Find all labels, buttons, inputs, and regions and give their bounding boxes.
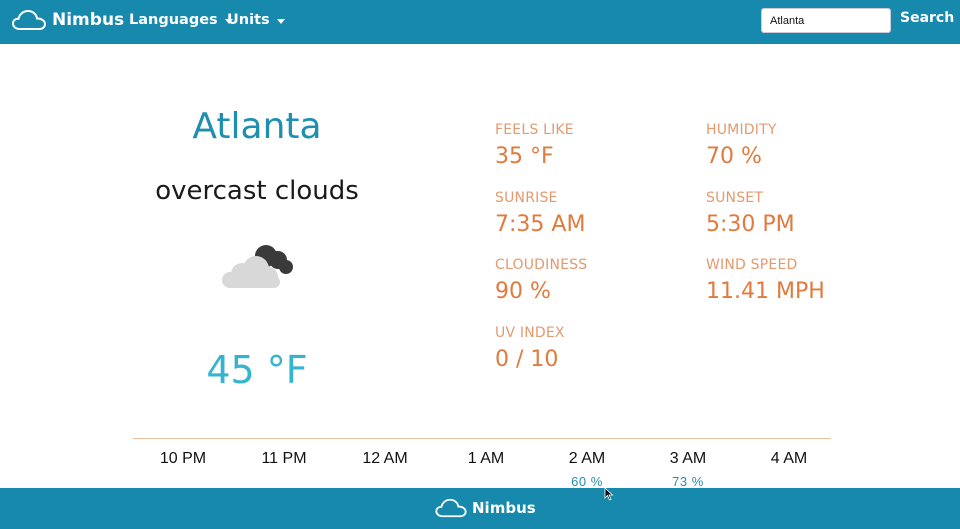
- units-label: Units: [227, 12, 270, 28]
- hourly-precipitation: 73 %: [672, 474, 704, 489]
- footer: Nimbus: [0, 488, 960, 529]
- hourly-time: 10 PM: [159, 450, 207, 467]
- hourly-time: 1 AM: [467, 450, 505, 467]
- detail-sunrise: SUNRISE 7:35 AM: [495, 190, 585, 237]
- units-dropdown[interactable]: Units: [227, 12, 285, 28]
- detail-wind-speed: WIND SPEED 11.41 MPH: [706, 257, 825, 304]
- languages-dropdown[interactable]: Languages: [129, 12, 233, 28]
- weather-description: overcast clouds: [155, 176, 359, 206]
- detail-value: 35 °F: [495, 144, 554, 169]
- hourly-time: 4 AM: [770, 450, 808, 467]
- current-temperature: 45 °F: [206, 348, 308, 392]
- cloud-logo-icon: [435, 498, 467, 518]
- overcast-clouds-icon: [218, 238, 298, 298]
- search-input[interactable]: [761, 8, 891, 33]
- footer-brand-label: Nimbus: [472, 499, 536, 517]
- brand-label: Nimbus: [52, 10, 125, 30]
- languages-label: Languages: [129, 12, 218, 28]
- city-name: Atlanta: [192, 106, 322, 147]
- hourly-precipitation: 60 %: [571, 474, 603, 489]
- chevron-down-icon: [276, 18, 285, 24]
- footer-brand: Nimbus: [435, 497, 536, 519]
- detail-label: HUMIDITY: [706, 122, 777, 138]
- detail-label: FEELS LIKE: [495, 122, 574, 138]
- detail-value: 5:30 PM: [706, 212, 795, 237]
- navbar: Nimbus Languages Units Search: [0, 0, 960, 44]
- detail-humidity: HUMIDITY 70 %: [706, 122, 777, 169]
- detail-value: 0 / 10: [495, 347, 559, 372]
- detail-cloudiness: CLOUDINESS 90 %: [495, 257, 587, 304]
- cloud-logo-icon: [12, 9, 46, 30]
- detail-value: 70 %: [706, 144, 762, 169]
- detail-uv-index: UV INDEX 0 / 10: [495, 325, 565, 372]
- hourly-time: 12 AM: [362, 450, 408, 467]
- hourly-time: 11 PM: [261, 450, 307, 467]
- detail-value: 90 %: [495, 279, 551, 304]
- detail-label: SUNRISE: [495, 190, 558, 206]
- detail-label: CLOUDINESS: [495, 257, 588, 273]
- detail-label: SUNSET: [706, 190, 764, 206]
- detail-value: 11.41 MPH: [706, 279, 825, 304]
- brand-link[interactable]: Nimbus: [12, 8, 124, 32]
- detail-value: 7:35 AM: [495, 212, 586, 237]
- mouse-cursor-icon: [604, 486, 614, 505]
- detail-feels-like: FEELS LIKE 35 °F: [495, 122, 574, 169]
- hourly-divider: [133, 438, 831, 439]
- detail-sunset: SUNSET 5:30 PM: [706, 190, 795, 237]
- hourly-time: 3 AM: [669, 450, 707, 467]
- detail-label: UV INDEX: [495, 325, 565, 341]
- detail-label: WIND SPEED: [706, 257, 798, 273]
- hourly-time: 2 AM: [568, 450, 606, 467]
- search-button[interactable]: Search: [900, 10, 954, 26]
